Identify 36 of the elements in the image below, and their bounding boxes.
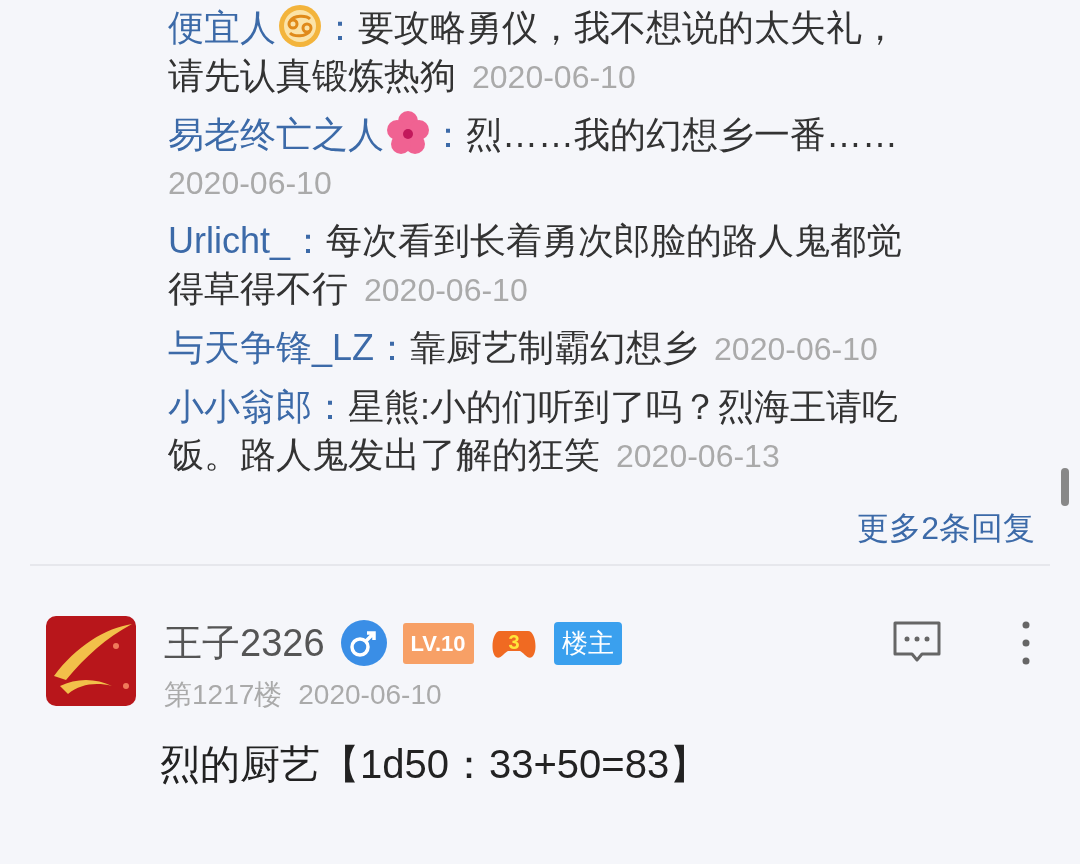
more-replies-link[interactable]: 更多2条回复 bbox=[857, 504, 1035, 564]
post-date: 2020-06-10 bbox=[298, 678, 442, 712]
flower-icon bbox=[386, 111, 430, 155]
colon: ： bbox=[322, 7, 358, 48]
reply-date: 2020-06-10 bbox=[714, 330, 878, 369]
reply-date: 2020-06-10 bbox=[472, 58, 636, 97]
reply-text: 星熊:小的们听到了吗？烈海王请吃 bbox=[348, 386, 898, 427]
reply-text: 靠厨艺制霸幻想乡 bbox=[410, 327, 699, 368]
reply-text: 烈……我的幻想乡一番…… bbox=[466, 114, 898, 155]
male-icon bbox=[340, 620, 387, 666]
more-options-icon[interactable] bbox=[1022, 621, 1030, 665]
avatar-icon[interactable] bbox=[46, 616, 136, 706]
zodiac-icon bbox=[278, 4, 322, 48]
reply-date: 2020-06-10 bbox=[168, 164, 332, 203]
post-content: 烈的厨艺【1d50：33+50=83】 bbox=[160, 741, 711, 788]
colon: ： bbox=[290, 220, 327, 261]
reply-date: 2020-06-13 bbox=[616, 437, 780, 476]
reply-text: 得草得不行 bbox=[168, 268, 348, 309]
colon: ： bbox=[430, 114, 466, 155]
colon: ： bbox=[312, 386, 348, 427]
reply-text: 请先认真锻炼热狗 bbox=[168, 55, 456, 96]
owner-tag: 楼主 bbox=[553, 621, 622, 665]
reply-author[interactable]: Urlicht_ bbox=[168, 220, 291, 261]
floor-number: 第1217楼 bbox=[164, 678, 283, 712]
level-badge: LV.10 bbox=[402, 622, 474, 664]
scrollbar-thumb[interactable] bbox=[1061, 468, 1069, 506]
colon: ： bbox=[374, 327, 411, 368]
reply-author[interactable]: 易老终亡之人 bbox=[168, 114, 384, 155]
reply-text: 要攻略勇仪，我不想说的太失礼， bbox=[358, 7, 898, 48]
username[interactable]: 王子2326 bbox=[164, 614, 325, 672]
reply-date: 2020-06-10 bbox=[364, 271, 528, 310]
reply-author[interactable]: 小小翁郎 bbox=[168, 386, 312, 427]
reply-author[interactable]: 与天争锋_LZ bbox=[168, 327, 375, 368]
reply-text: 饭。路人鬼发出了解的狂笑 bbox=[168, 434, 600, 475]
reply-author[interactable]: 便宜人 bbox=[168, 7, 276, 48]
reply-text: 每次看到长着勇次郎脸的路人鬼都觉 bbox=[326, 220, 903, 261]
